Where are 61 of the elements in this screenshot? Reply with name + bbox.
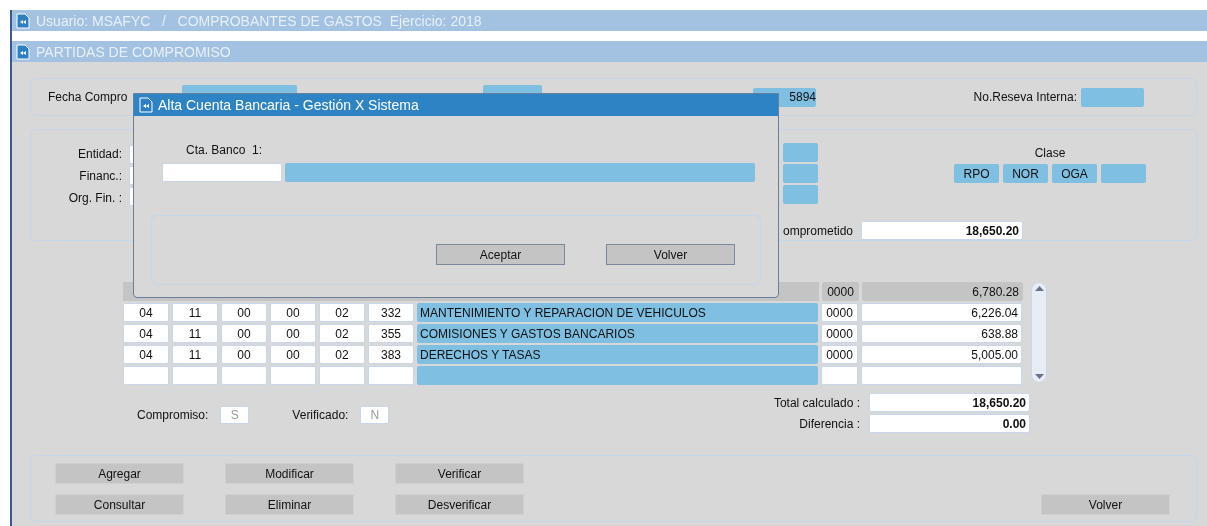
amount-cell: 638.88 xyxy=(861,324,1022,343)
table-cell: 00 xyxy=(221,303,267,322)
table-cell: 04 xyxy=(123,303,169,322)
table-cell: 0000 xyxy=(821,324,858,343)
table-cell: 355 xyxy=(368,324,414,343)
table-cell: 0000 xyxy=(822,282,859,301)
window-title: Usuario: MSAFYC / COMPROBANTES DE GASTOS Ejercicio: 2018 xyxy=(36,12,482,29)
dialog-title: Alta Cuenta Bancaria - Gestión X Sistema xyxy=(158,97,419,113)
table-cell: 0000 xyxy=(821,303,858,322)
flag-field: S xyxy=(220,406,250,424)
table-cell: 11 xyxy=(172,303,218,322)
form-title: PARTIDAS DE COMPROMISO xyxy=(36,43,231,60)
amount-field: 18,650.20 xyxy=(861,221,1024,240)
table-cell: 02 xyxy=(319,324,365,343)
action-button[interactable]: Consultar xyxy=(55,494,184,515)
table-cell: 00 xyxy=(270,324,316,343)
field-label: Cta. Banco 1: xyxy=(186,143,264,157)
field-label: Entidad: xyxy=(77,146,122,163)
table-cell: 11 xyxy=(172,345,218,364)
field-label: Diferencia : xyxy=(799,416,860,431)
table-cell: 00 xyxy=(270,345,316,364)
amount-cell: 6,226.04 xyxy=(861,303,1022,322)
action-button[interactable]: Verificar xyxy=(395,463,524,484)
description-cell: MANTENIMIENTO Y REPARACION DE VEHICULOS xyxy=(417,303,818,322)
table-cell: 11 xyxy=(172,324,218,343)
dialog-button[interactable]: Volver xyxy=(606,244,735,265)
action-button[interactable]: Agregar xyxy=(55,463,184,484)
table-cell: 04 xyxy=(123,345,169,364)
amount-cell: 6,780.28 xyxy=(862,282,1023,301)
total-field: 18,650.20 xyxy=(869,393,1030,412)
field-label: Fecha Compro xyxy=(48,90,128,104)
clase-field: OGA xyxy=(1052,164,1097,183)
field-label: Verificado: xyxy=(292,408,349,422)
action-button[interactable]: Volver xyxy=(1041,494,1170,515)
flag-field: N xyxy=(360,406,390,424)
field-label: Financ.: xyxy=(79,168,122,185)
table-cell: 04 xyxy=(123,324,169,343)
table-cell: 0000 xyxy=(821,345,858,364)
table-cell: 00 xyxy=(221,324,267,343)
clase-field: RPO xyxy=(954,164,999,183)
field-label: Total calculado : xyxy=(773,395,860,410)
table-cell: 00 xyxy=(270,303,316,322)
amount-cell: 5,005.00 xyxy=(861,345,1022,364)
table-cell: 02 xyxy=(319,345,365,364)
table-cell: 383 xyxy=(368,345,414,364)
field-label: No.Reseva Interna: xyxy=(973,90,1078,104)
description-cell: COMISIONES Y GASTOS BANCARIOS xyxy=(417,324,818,343)
action-button[interactable]: Modificar xyxy=(225,463,354,484)
clase-field: NOR xyxy=(1003,164,1048,183)
table-cell: 332 xyxy=(368,303,414,322)
field-label: omprometido xyxy=(783,223,854,238)
table-cell: 02 xyxy=(319,303,365,322)
action-button[interactable]: Desverificar xyxy=(395,494,524,515)
action-button[interactable]: Eliminar xyxy=(225,494,354,515)
description-cell: DERECHOS Y TASAS xyxy=(417,345,818,364)
field-label: Compromiso: xyxy=(137,408,209,422)
table-cell: 00 xyxy=(221,345,267,364)
clase-label: Clase xyxy=(1034,146,1066,160)
total-field: 0.00 xyxy=(869,414,1030,433)
dialog-button[interactable]: Aceptar xyxy=(436,244,565,265)
field-label: Org. Fin. : xyxy=(68,190,122,207)
